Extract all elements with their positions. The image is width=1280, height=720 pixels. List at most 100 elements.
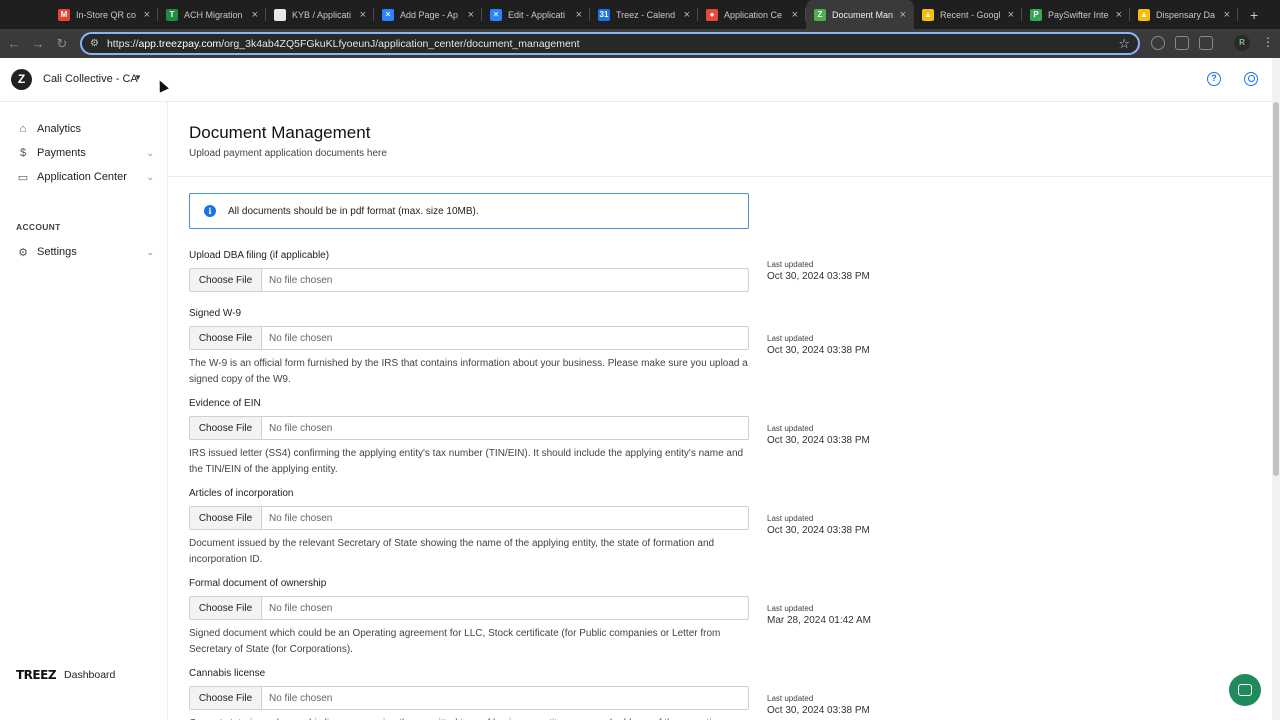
favicon-icon: ▲: [1138, 8, 1150, 21]
close-icon[interactable]: ×: [900, 9, 906, 21]
choose-file-button[interactable]: Choose File: [190, 327, 262, 349]
close-icon[interactable]: ×: [1224, 9, 1230, 21]
tab-title: Application Ce: [724, 9, 783, 20]
browser-tab[interactable]: 31 Treez - Calend ×: [590, 0, 698, 29]
choose-file-button[interactable]: Choose File: [190, 507, 262, 529]
site-settings-icon[interactable]: ⚙: [90, 38, 99, 49]
last-updated: Last updated Oct 30, 2024 03:38 PM: [767, 334, 870, 356]
last-updated: Last updated Oct 30, 2024 03:38 PM: [767, 260, 870, 282]
favicon-icon: ▲: [922, 8, 934, 21]
url-text[interactable]: https://app.treezpay.com/org_3k4ab4ZQ5FG…: [107, 38, 580, 50]
close-icon[interactable]: ×: [360, 9, 366, 21]
sidebar-item-analytics[interactable]: ⌂ Analytics: [16, 119, 156, 139]
app-header: Z Cali Collective - CA ▼ ?: [0, 58, 1272, 102]
close-icon[interactable]: ×: [684, 9, 690, 21]
browser-tab[interactable]: T ACH Migration ×: [158, 0, 266, 29]
document-label: Signed W-9: [189, 308, 242, 319]
close-icon[interactable]: ×: [1116, 9, 1122, 21]
tab-title: Recent - Googl: [940, 9, 1001, 20]
tab-list: M In-Store QR co × T ACH Migration × KYB / App…: [50, 0, 1238, 29]
file-upload-input[interactable]: Choose File No file chosen: [189, 506, 749, 530]
browser-tab[interactable]: ▲ Recent - Googl ×: [914, 0, 1022, 29]
dashboard-link[interactable]: TREEZ Dashboard: [16, 668, 115, 682]
sidebar-item-settings[interactable]: ⚙ Settings ⌄: [16, 242, 156, 262]
browser-tab[interactable]: KYB / Applicati ×: [266, 0, 374, 29]
choose-file-button[interactable]: Choose File: [190, 269, 262, 291]
reload-icon[interactable]: ↻: [50, 36, 74, 52]
sidebar-item-application-center[interactable]: ▭ Application Center ⌄: [16, 167, 156, 187]
chevron-down-icon: ⌄: [146, 171, 154, 182]
user-account-icon[interactable]: [1244, 72, 1258, 86]
close-icon[interactable]: ×: [252, 9, 258, 21]
main-content: Document Management Upload payment appli…: [168, 102, 1272, 720]
tab-title: ACH Migration: [184, 9, 243, 20]
browser-menu-icon[interactable]: ⋮: [1262, 35, 1274, 49]
document-upload-row: Signed W-9 Choose File No file chosen The W…: [189, 308, 1089, 385]
org-logo[interactable]: Z: [11, 69, 32, 90]
last-updated-date: Oct 30, 2024 03:38 PM: [767, 271, 870, 282]
favicon-icon: [274, 8, 286, 21]
file-upload-input[interactable]: Choose File No file chosen: [189, 326, 749, 350]
close-icon[interactable]: ×: [792, 9, 798, 21]
browser-tab[interactable]: ▲ Dispensary Da ×: [1130, 0, 1238, 29]
favicon-icon: Z: [814, 8, 826, 21]
document-upload-row: Evidence of EIN Choose File No file chosen…: [189, 398, 1089, 475]
sidebar-item-payments[interactable]: $ Payments ⌄: [16, 143, 156, 163]
tab-title: Dispensary Da: [1156, 9, 1216, 20]
document-description: The W-9 is an official form furnished by…: [189, 358, 748, 385]
page-scrollbar[interactable]: [1272, 58, 1280, 720]
document-upload-row: Articles of incorporation Choose File No f…: [189, 488, 1089, 565]
org-selector-label[interactable]: Cali Collective - CA: [43, 73, 138, 85]
last-updated-label: Last updated: [767, 604, 814, 613]
info-icon: i: [204, 205, 216, 217]
file-status: No file chosen: [269, 332, 333, 344]
help-icon[interactable]: ?: [1207, 72, 1221, 86]
choose-file-button[interactable]: Choose File: [190, 597, 262, 619]
tab-title: Add Page - Ap: [400, 9, 459, 20]
last-updated: Last updated Mar 28, 2024 01:42 AM: [767, 604, 871, 626]
file-upload-input[interactable]: Choose File No file chosen: [189, 416, 749, 440]
close-icon[interactable]: ×: [576, 9, 582, 21]
back-icon[interactable]: ←: [2, 36, 26, 51]
choose-file-button[interactable]: Choose File: [190, 417, 262, 439]
file-status: No file chosen: [269, 602, 333, 614]
treez-logo: TREEZ: [16, 668, 57, 682]
new-tab-button[interactable]: +: [1250, 7, 1258, 23]
browser-tab[interactable]: ✕ Add Page - Ap ×: [374, 0, 482, 29]
extension-icon[interactable]: [1151, 36, 1165, 50]
bookmark-star-icon[interactable]: ☆: [1118, 36, 1130, 52]
browser-tab[interactable]: ✕ Edit - Applicati ×: [482, 0, 590, 29]
file-upload-input[interactable]: Choose File No file chosen: [189, 268, 749, 292]
last-updated: Last updated Oct 30, 2024 03:38 PM: [767, 694, 870, 716]
dollar-icon: $: [19, 147, 27, 159]
info-banner: i All documents should be in pdf format …: [189, 193, 749, 229]
favicon-icon: P: [1030, 8, 1042, 21]
close-icon[interactable]: ×: [1008, 9, 1014, 21]
favicon-icon: ✕: [490, 8, 502, 21]
address-bar[interactable]: ⚙ https://app.treezpay.com/org_3k4ab4ZQ5…: [80, 32, 1140, 55]
scrollbar-thumb[interactable]: [1273, 102, 1279, 476]
tab-title: Treez - Calend: [616, 9, 676, 20]
document-description: IRS issued letter (SS4) confirming the a…: [189, 448, 744, 475]
puzzle-extensions-icon[interactable]: [1199, 36, 1213, 50]
extension-icon[interactable]: [1175, 36, 1189, 50]
profile-avatar[interactable]: R: [1234, 35, 1250, 51]
file-upload-input[interactable]: Choose File No file chosen: [189, 686, 749, 710]
close-icon[interactable]: ×: [144, 9, 150, 21]
file-status: No file chosen: [269, 274, 333, 286]
last-updated-date: Oct 30, 2024 03:38 PM: [767, 345, 870, 356]
caret-down-icon[interactable]: ▼: [134, 73, 142, 82]
browser-tab[interactable]: Z Document Man ×: [806, 0, 914, 29]
browser-tab[interactable]: M In-Store QR co ×: [50, 0, 158, 29]
browser-tab[interactable]: P PaySwifter Inte ×: [1022, 0, 1130, 29]
choose-file-button[interactable]: Choose File: [190, 687, 262, 709]
file-upload-input[interactable]: Choose File No file chosen: [189, 596, 749, 620]
browser-tab[interactable]: ● Application Ce ×: [698, 0, 806, 29]
document-description: Current state-issued cannabis license co…: [189, 716, 749, 720]
close-icon[interactable]: ×: [468, 9, 474, 21]
last-updated-label: Last updated: [767, 514, 814, 523]
forward-icon[interactable]: →: [26, 36, 50, 51]
last-updated-label: Last updated: [767, 694, 814, 703]
favicon-icon: 31: [598, 8, 610, 21]
chat-launcher-button[interactable]: [1229, 674, 1261, 706]
